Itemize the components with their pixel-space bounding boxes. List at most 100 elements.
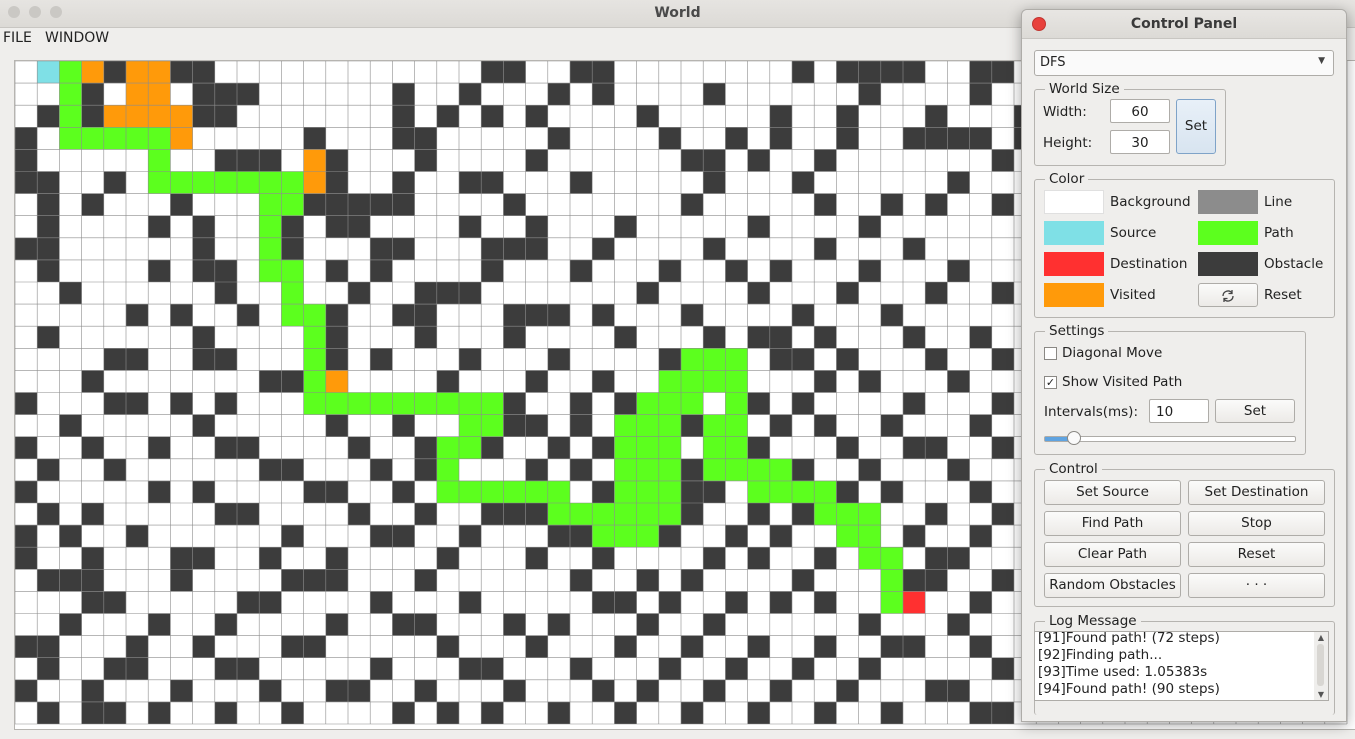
obstacle-cell[interactable] xyxy=(592,370,615,393)
obstacle-cell[interactable] xyxy=(836,127,859,150)
obstacle-cell[interactable] xyxy=(414,149,437,172)
obstacle-cell[interactable] xyxy=(903,326,926,349)
path-cell[interactable] xyxy=(525,480,548,503)
obstacle-cell[interactable] xyxy=(148,701,171,724)
obstacle-cell[interactable] xyxy=(214,105,237,128)
obstacle-cell[interactable] xyxy=(614,215,637,238)
obstacle-cell[interactable] xyxy=(592,591,615,614)
obstacle-cell[interactable] xyxy=(325,480,348,503)
obstacle-cell[interactable] xyxy=(459,591,482,614)
obstacle-cell[interactable] xyxy=(81,105,104,128)
obstacle-cell[interactable] xyxy=(903,237,926,260)
visited-cell[interactable] xyxy=(148,105,171,128)
obstacle-cell[interactable] xyxy=(769,591,792,614)
path-cell[interactable] xyxy=(259,215,282,238)
obstacle-cell[interactable] xyxy=(81,547,104,570)
obstacle-cell[interactable] xyxy=(769,525,792,548)
obstacle-cell[interactable] xyxy=(636,105,659,128)
obstacle-cell[interactable] xyxy=(192,61,215,84)
path-cell[interactable] xyxy=(614,480,637,503)
obstacle-cell[interactable] xyxy=(15,171,38,194)
obstacle-cell[interactable] xyxy=(325,326,348,349)
path-cell[interactable] xyxy=(725,392,748,415)
path-cell[interactable] xyxy=(658,503,681,526)
obstacle-cell[interactable] xyxy=(570,259,593,282)
obstacle-cell[interactable] xyxy=(15,547,38,570)
obstacle-cell[interactable] xyxy=(814,414,837,437)
obstacle-cell[interactable] xyxy=(59,414,82,437)
obstacle-cell[interactable] xyxy=(880,414,903,437)
clear-path-button[interactable]: Clear Path xyxy=(1044,542,1181,567)
obstacle-cell[interactable] xyxy=(325,547,348,570)
obstacle-cell[interactable] xyxy=(703,679,726,702)
obstacle-cell[interactable] xyxy=(703,237,726,260)
path-cell[interactable] xyxy=(547,503,570,526)
obstacle-cell[interactable] xyxy=(858,458,881,481)
path-cell[interactable] xyxy=(658,480,681,503)
obstacle-cell[interactable] xyxy=(592,83,615,106)
obstacle-cell[interactable] xyxy=(325,304,348,327)
obstacle-cell[interactable] xyxy=(547,436,570,459)
obstacle-cell[interactable] xyxy=(747,282,770,305)
obstacle-cell[interactable] xyxy=(880,701,903,724)
menu-file[interactable]: FILE xyxy=(3,30,32,46)
obstacle-cell[interactable] xyxy=(991,282,1014,305)
scroll-up-icon[interactable]: ▲ xyxy=(1314,633,1328,642)
obstacle-cell[interactable] xyxy=(192,635,215,658)
obstacle-cell[interactable] xyxy=(614,591,637,614)
obstacle-cell[interactable] xyxy=(303,127,326,150)
obstacle-cell[interactable] xyxy=(903,525,926,548)
obstacle-cell[interactable] xyxy=(15,149,38,172)
obstacle-cell[interactable] xyxy=(525,215,548,238)
obstacle-cell[interactable] xyxy=(414,679,437,702)
path-cell[interactable] xyxy=(459,414,482,437)
obstacle-cell[interactable] xyxy=(814,237,837,260)
obstacle-cell[interactable] xyxy=(81,193,104,216)
obstacle-cell[interactable] xyxy=(592,237,615,260)
obstacle-cell[interactable] xyxy=(947,259,970,282)
obstacle-cell[interactable] xyxy=(59,613,82,636)
obstacle-cell[interactable] xyxy=(370,458,393,481)
obstacle-cell[interactable] xyxy=(81,436,104,459)
obstacle-cell[interactable] xyxy=(59,282,82,305)
obstacle-cell[interactable] xyxy=(259,149,282,172)
obstacle-cell[interactable] xyxy=(81,569,104,592)
obstacle-cell[interactable] xyxy=(525,149,548,172)
obstacle-cell[interactable] xyxy=(281,237,304,260)
obstacle-cell[interactable] xyxy=(570,171,593,194)
obstacle-cell[interactable] xyxy=(192,105,215,128)
obstacle-cell[interactable] xyxy=(503,61,526,84)
obstacle-cell[interactable] xyxy=(325,414,348,437)
line-color-swatch[interactable] xyxy=(1198,190,1258,214)
obstacle-cell[interactable] xyxy=(636,282,659,305)
obstacle-cell[interactable] xyxy=(192,547,215,570)
obstacle-cell[interactable] xyxy=(126,304,149,327)
destination-cell[interactable] xyxy=(903,591,926,614)
obstacle-cell[interactable] xyxy=(592,547,615,570)
obstacle-cell[interactable] xyxy=(903,61,926,84)
obstacle-cell[interactable] xyxy=(925,193,948,216)
obstacle-cell[interactable] xyxy=(303,480,326,503)
destination-color-swatch[interactable] xyxy=(1044,252,1104,276)
obstacle-cell[interactable] xyxy=(681,458,704,481)
obstacle-cell[interactable] xyxy=(747,547,770,570)
path-cell[interactable] xyxy=(636,392,659,415)
path-cell[interactable] xyxy=(703,348,726,371)
path-cell[interactable] xyxy=(303,370,326,393)
obstacle-cell[interactable] xyxy=(836,282,859,305)
obstacle-cell[interactable] xyxy=(37,259,60,282)
obstacle-cell[interactable] xyxy=(370,193,393,216)
path-cell[interactable] xyxy=(880,569,903,592)
obstacle-cell[interactable] xyxy=(436,282,459,305)
obstacle-cell[interactable] xyxy=(703,326,726,349)
obstacle-cell[interactable] xyxy=(525,547,548,570)
obstacle-cell[interactable] xyxy=(880,193,903,216)
obstacle-cell[interactable] xyxy=(991,348,1014,371)
obstacle-cell[interactable] xyxy=(503,613,526,636)
obstacle-cell[interactable] xyxy=(991,503,1014,526)
obstacle-cell[interactable] xyxy=(525,458,548,481)
obstacle-cell[interactable] xyxy=(570,61,593,84)
world-size-set-button[interactable]: Set xyxy=(1176,99,1216,154)
obstacle-cell[interactable] xyxy=(547,701,570,724)
obstacle-cell[interactable] xyxy=(592,61,615,84)
